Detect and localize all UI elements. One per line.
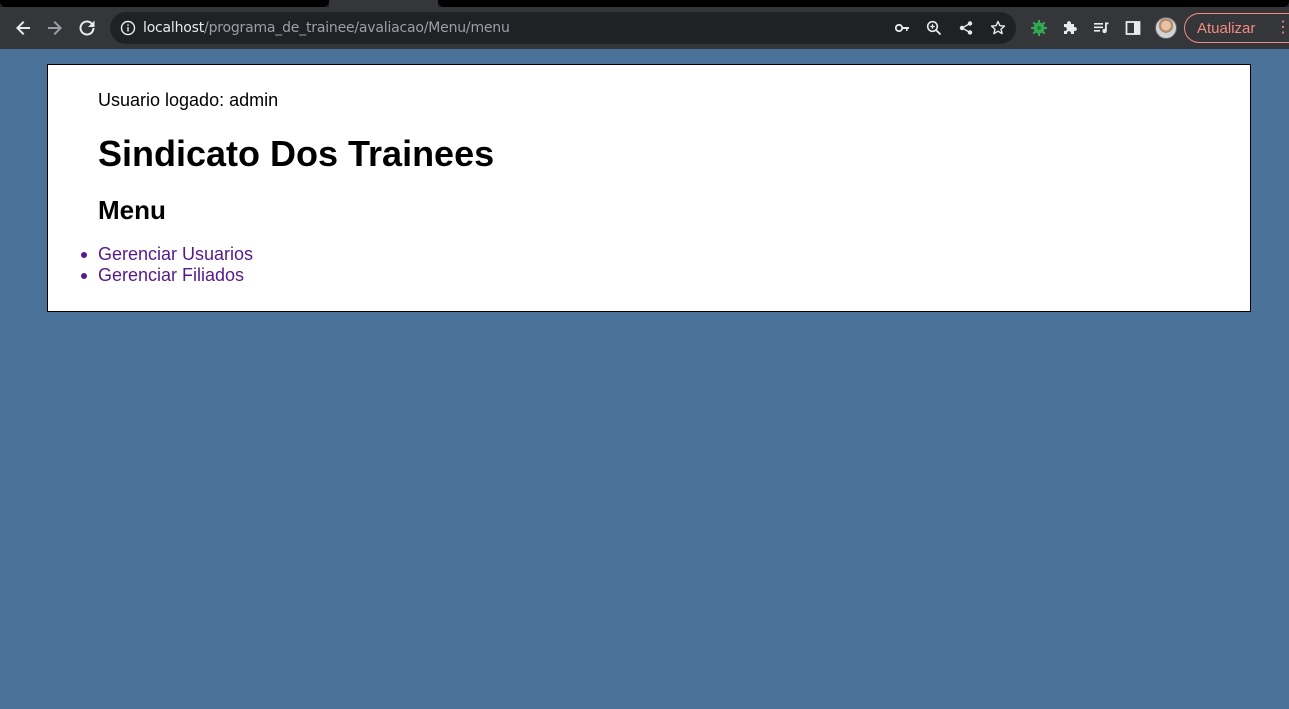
share-icon[interactable] [958, 20, 974, 36]
url-host: localhost [143, 20, 205, 36]
tab-active[interactable] [329, 0, 438, 7]
main-container: Usuario logado: admin Sindicato Dos Trai… [47, 64, 1251, 312]
tab-strip [0, 0, 1289, 7]
url-path: /programa_de_trainee/avaliacao/Menu/menu [204, 20, 510, 36]
menu-item: Gerenciar Filiados [80, 265, 253, 286]
reload-button[interactable] [72, 13, 102, 43]
address-bar[interactable]: localhost/programa_de_trainee/avaliacao/… [110, 12, 1016, 44]
puzzle-icon[interactable] [1061, 19, 1079, 37]
reload-icon [79, 20, 95, 36]
extension-bug-icon[interactable] [1030, 19, 1048, 37]
manage-members-link[interactable]: Gerenciar Filiados [98, 265, 244, 285]
url-text[interactable]: localhost/programa_de_trainee/avaliacao/… [143, 20, 510, 36]
avatar[interactable] [1155, 17, 1177, 39]
menu-heading: Menu [98, 195, 166, 225]
star-icon[interactable] [990, 20, 1006, 36]
zoom-icon[interactable] [926, 20, 942, 36]
key-icon[interactable] [894, 20, 910, 36]
browser-toolbar: localhost/programa_de_trainee/avaliacao/… [0, 7, 1289, 49]
logged-user-text: Usuario logado: admin [98, 90, 279, 110]
forward-button[interactable] [40, 13, 70, 43]
update-button[interactable]: Atualizar ⋮ [1184, 13, 1289, 43]
update-label: Atualizar [1197, 19, 1256, 37]
back-button[interactable] [8, 13, 38, 43]
media-icon[interactable] [1092, 19, 1110, 37]
menu-list: Gerenciar Usuarios Gerenciar Filiados [80, 244, 253, 286]
tab-inactive-right[interactable] [438, 0, 1289, 7]
info-icon[interactable] [120, 20, 136, 36]
forward-icon [48, 21, 62, 35]
more-icon[interactable]: ⋮ [1275, 20, 1289, 36]
back-icon [16, 21, 30, 35]
sidepanel-icon[interactable] [1124, 19, 1142, 37]
menu-item: Gerenciar Usuarios [80, 244, 253, 265]
page-title: Sindicato Dos Trainees [98, 133, 495, 174]
tab-inactive-left[interactable] [0, 0, 329, 7]
manage-users-link[interactable]: Gerenciar Usuarios [98, 244, 253, 264]
